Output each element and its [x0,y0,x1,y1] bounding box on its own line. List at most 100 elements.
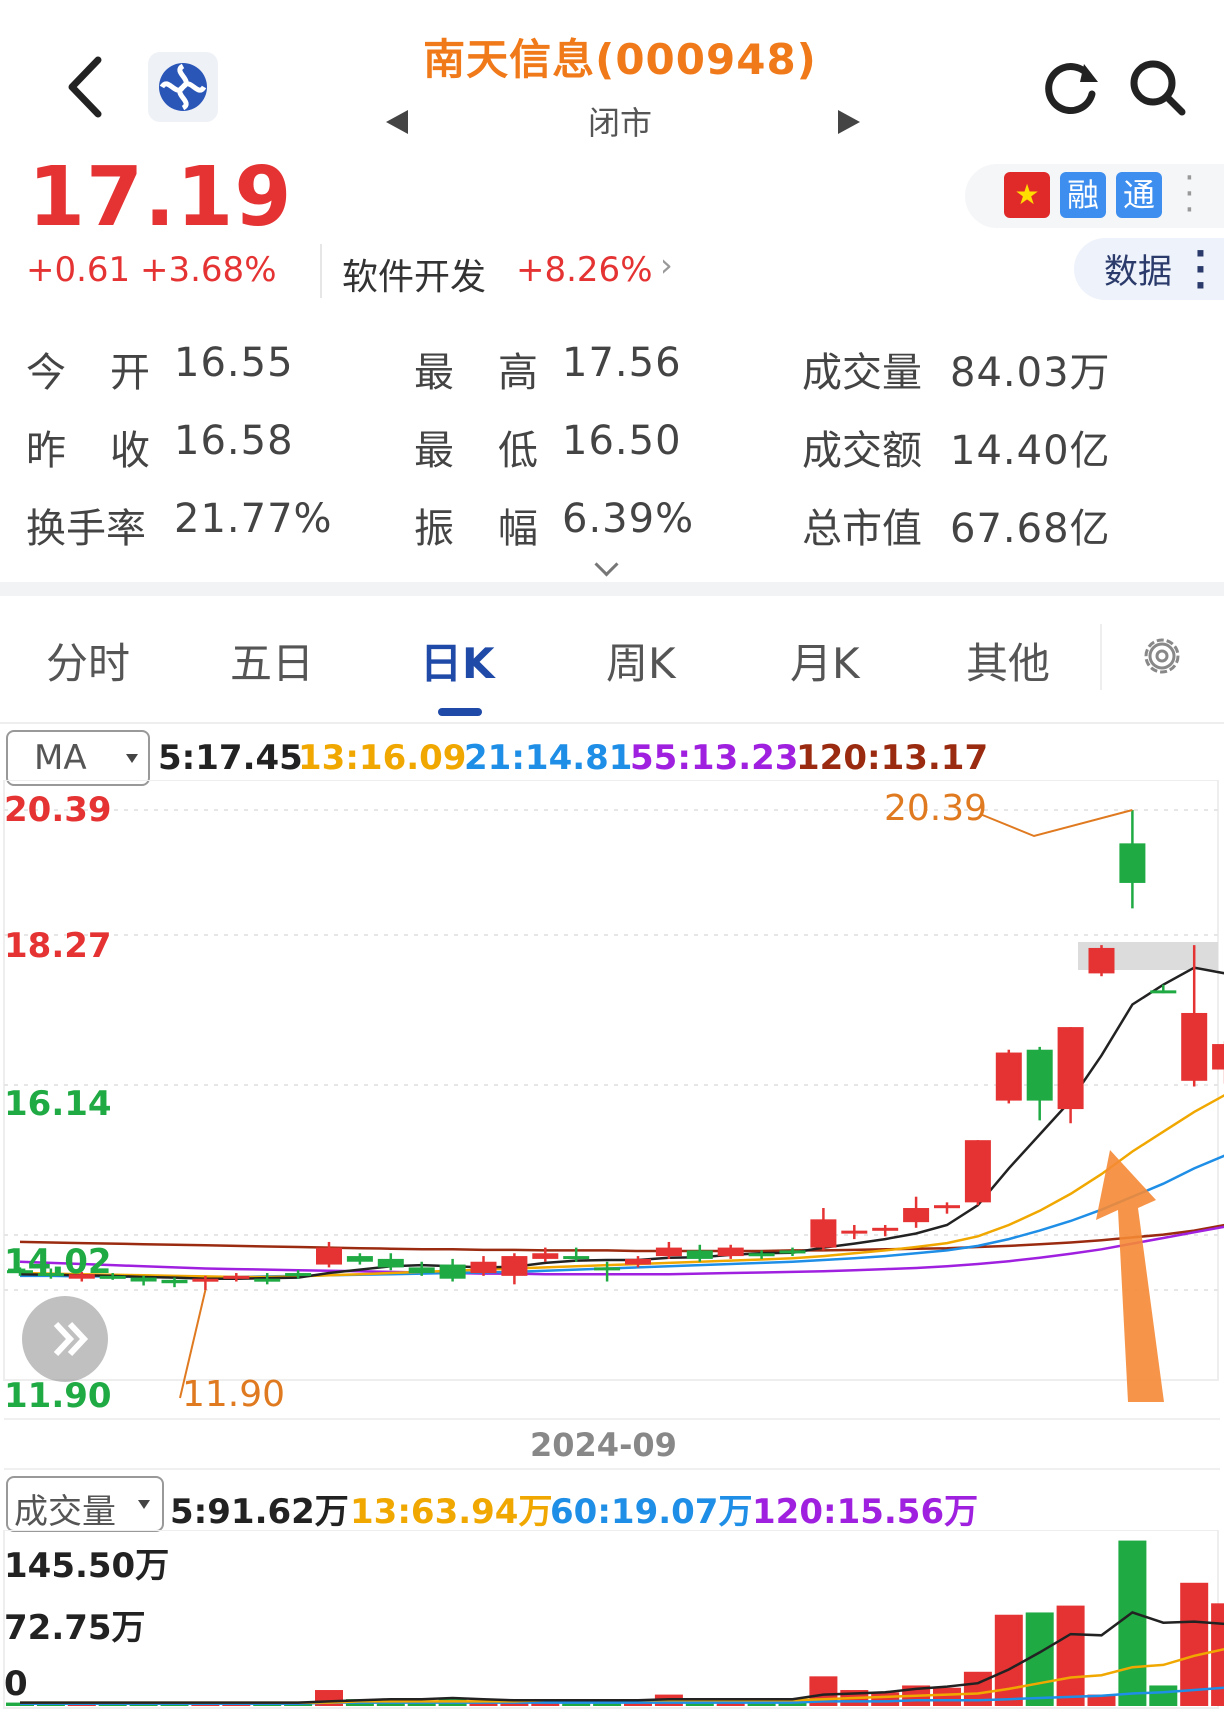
candle-body [903,1208,930,1223]
vol-ma5-value: 5:91.62万 [170,1492,349,1532]
indicator-selector-label[interactable]: 成交量 [14,1484,116,1533]
tab-intraday[interactable]: 分时 [46,630,130,691]
tab-five-day[interactable]: 五日 [230,630,314,691]
candle-body [346,1256,373,1262]
stat-label-turnover: 换手率 [26,506,146,552]
stock-title: 南天信息(000948) [423,35,817,84]
gear-icon[interactable] [1136,630,1188,682]
price-change-pct: +3.68% [140,250,277,290]
stat-label-open-b: 开 [110,350,150,396]
volume-bar [933,1687,961,1706]
ma-selector-label[interactable]: MA [34,738,87,778]
volume-bar [1149,1685,1178,1706]
prev-stock-icon[interactable] [386,110,408,134]
candle-body [130,1277,157,1282]
volume-bar [1180,1582,1209,1706]
candle-body [439,1264,466,1279]
candle-body [779,1250,806,1254]
candle-body [1057,1027,1084,1110]
double-chevron-icon[interactable] [22,1296,108,1382]
ma13-line [19,1094,1224,1279]
candle-body [841,1230,868,1234]
vol-ma60-value: 60:19.07万 [550,1492,753,1532]
kline-chart[interactable] [0,780,1224,1420]
industry-change-pct[interactable]: +8.26% [516,250,653,290]
stat-label-amp-b: 幅 [498,506,538,552]
min-price-label: 11.90 [182,1374,286,1415]
stat-label-amp-a: 振 [414,506,454,552]
y-label-mid2: 16.14 [4,1084,112,1124]
ma5-line [19,966,1224,1280]
divider [320,244,322,298]
ma55-value: 55:13.23 [630,738,799,778]
candle-body [470,1261,497,1274]
stat-label-volume: 成交量 [802,350,922,396]
stat-label-amount: 成交额 [802,428,922,474]
candle-body [377,1258,404,1268]
stat-turnover: 21.77% [174,496,333,542]
candle-body [501,1256,528,1276]
candle-body [161,1279,188,1284]
candle-body [810,1219,837,1248]
ma13-value: 13:16.09 [298,738,467,778]
candle-body [964,1140,991,1203]
candle-body [1119,843,1146,883]
volume-chart[interactable] [0,1530,1224,1710]
more-vertical-icon[interactable]: · · · [1184,161,1195,227]
volume-bar [871,1692,900,1706]
candle-body [748,1253,775,1257]
y-label-mid1: 18.27 [4,926,112,966]
tabs-divider [0,722,1224,724]
candle-body [686,1250,713,1259]
candle-body [285,1273,312,1277]
candle-body [563,1256,590,1260]
candle-body [995,1052,1022,1101]
candle-body [1212,1044,1224,1070]
tab-monthly-k[interactable]: 月K [790,630,860,691]
volume-bar [994,1614,1023,1706]
industry-link[interactable]: 软件开发 [342,248,486,300]
candle-body [1088,947,1115,974]
volume-bar [1118,1540,1147,1706]
stat-high: 17.56 [562,340,682,386]
chevron-down-icon[interactable] [594,552,619,577]
tab-weekly-k[interactable]: 周K [606,630,676,691]
caret-down-icon[interactable] [138,1500,150,1509]
connect-badge[interactable]: 通 [1116,172,1162,218]
ma5-value: 5:17.45 [158,738,303,778]
candle-body [1026,1049,1053,1101]
stat-open: 16.55 [174,340,294,386]
ma120-line [19,1223,1224,1253]
caret-down-icon[interactable] [126,754,138,763]
chevron-right-icon[interactable]: › [660,246,673,284]
floating-collapse-button[interactable] [22,1296,108,1382]
max-leader-line [979,809,1133,838]
stat-label-prev-b: 收 [110,428,150,474]
stat-low: 16.50 [562,418,682,464]
max-price-label: 20.39 [884,788,988,829]
volume-bar [1211,1603,1224,1706]
china-flag-icon[interactable]: ★ [1004,172,1050,218]
y-label-mid3: 14.02 [4,1242,112,1282]
data-button-label[interactable]: 数据 [1104,244,1172,293]
stat-amplitude: 6.39% [562,496,695,542]
ma120-value: 120:13.17 [796,738,989,778]
candle-body [254,1278,281,1282]
ma21-value: 21:14.81 [464,738,633,778]
tab-other[interactable]: 其他 [966,630,1050,691]
stat-label-mcap: 总市值 [802,506,922,552]
vol-ma13-value: 13:63.94万 [350,1492,553,1532]
margin-badge[interactable]: 融 [1060,172,1106,218]
next-stock-icon[interactable] [838,110,860,134]
tab-daily-k[interactable]: 日K [420,630,495,691]
candle-body [594,1267,621,1271]
stat-label-low-a: 最 [414,428,454,474]
candle-body [717,1247,744,1257]
refresh-icon[interactable] [1040,56,1102,118]
stat-market-cap: 67.68亿 [950,506,1111,552]
active-tab-indicator [438,708,482,716]
back-icon[interactable] [62,52,106,122]
current-price: 17.19 [28,150,293,245]
search-icon[interactable] [1126,56,1188,118]
more-vertical-icon[interactable]: · · · [1194,237,1207,303]
